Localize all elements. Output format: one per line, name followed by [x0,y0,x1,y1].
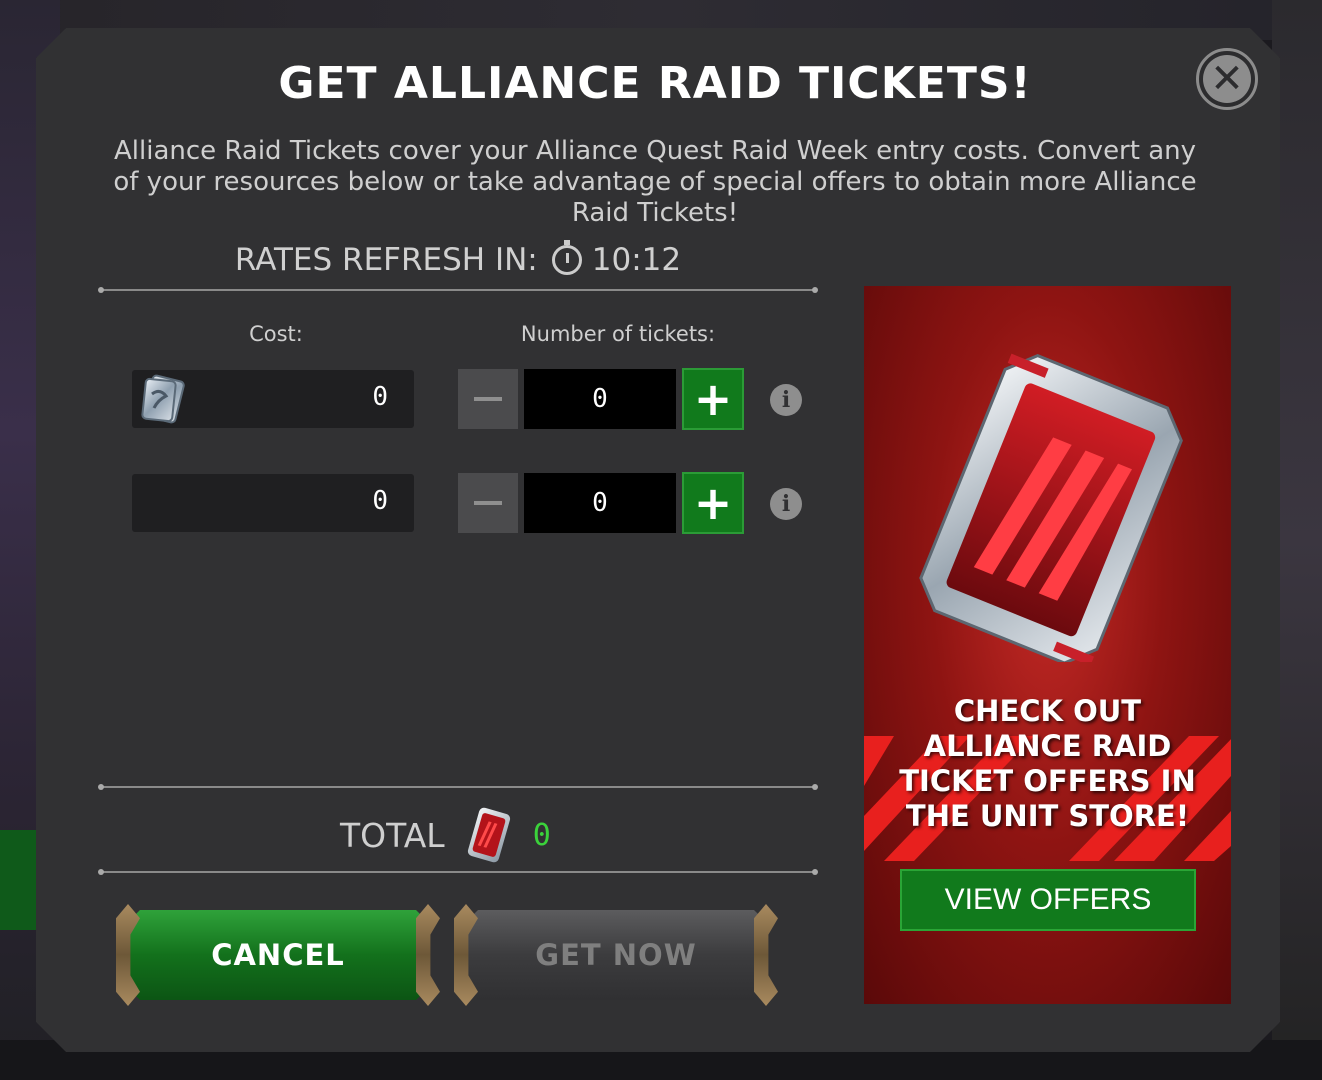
increase-button-1[interactable]: + [682,368,744,430]
divider-middle [98,784,818,790]
promo-line: TICKET OFFERS IN [899,764,1196,798]
ticket-count-1[interactable]: 0 [524,369,676,429]
promo-line: THE UNIT STORE! [905,799,1190,833]
total-value: 0 [532,817,551,853]
minus-icon [474,397,502,401]
get-now-button-label: GET NOW [464,910,768,1000]
stopwatch-icon [551,240,582,275]
promo-line: ALLIANCE RAID [923,729,1172,763]
view-offers-button[interactable]: VIEW OFFERS [900,869,1196,931]
cancel-button[interactable]: CANCEL [116,904,440,1006]
close-button[interactable]: ✕ [1196,48,1258,110]
promo-panel: CHECK OUT ALLIANCE RAID TICKET OFFERS IN… [864,286,1231,1004]
raid-ticket-large-icon [919,353,1183,662]
promo-line: CHECK OUT [953,694,1142,728]
cost-field-2: 0 [132,474,414,532]
divider-top [98,287,818,293]
cancel-button-label: CANCEL [126,910,430,1000]
divider-bottom [98,869,818,875]
total-row: TOTAL 0 [340,806,551,864]
cost-value-2: 0 [372,486,388,516]
decrease-button-1[interactable] [458,369,518,429]
button-cap-right [416,904,440,1006]
decrease-button-2[interactable] [458,473,518,533]
background-green-element [0,830,40,930]
total-label: TOTAL [340,815,445,855]
button-cap-right [754,904,778,1006]
promo-text: CHECK OUT ALLIANCE RAID TICKET OFFERS IN… [864,694,1231,834]
close-icon: ✕ [1203,55,1251,103]
cost-column-label: Cost: [249,322,303,346]
ticket-count-2[interactable]: 0 [524,473,676,533]
get-now-button[interactable]: GET NOW [454,904,778,1006]
cost-value-1: 0 [372,382,388,412]
info-icon[interactable]: i [770,384,802,416]
dialog-description: Alliance Raid Tickets cover your Allianc… [113,136,1197,228]
increase-button-2[interactable]: + [682,472,744,534]
rates-refresh-timer: 10:12 [591,242,682,278]
cost-field-1: 0 [132,370,414,428]
rates-refresh: RATES REFRESH IN: 10:12 [100,240,816,278]
info-icon[interactable]: i [770,488,802,520]
tickets-column-label: Number of tickets: [520,322,716,346]
rates-refresh-label: RATES REFRESH IN: [234,242,538,278]
raid-ticket-icon [467,807,510,863]
minus-icon [474,501,502,505]
dialog-title: GET ALLIANCE RAID TICKETS! [278,58,1032,109]
silver-ticket-icon [141,374,185,424]
